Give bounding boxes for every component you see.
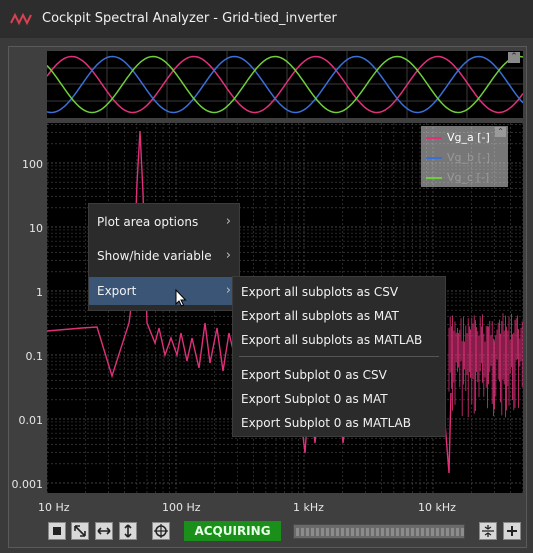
collapse-button[interactable]: [479, 522, 497, 540]
legend-item-vg-c[interactable]: Vg_c [-]: [426, 171, 489, 184]
window-title: Cockpit Spectral Analyzer - Grid-tied_in…: [42, 11, 337, 26]
chevron-right-icon: ›: [225, 214, 231, 229]
acquisition-progress-bar: [293, 524, 465, 539]
chevron-right-icon: ›: [225, 248, 231, 263]
export-submenu: Export all subplots as CSV Export all su…: [232, 276, 446, 437]
menu-item-export[interactable]: Export ›: [89, 277, 239, 305]
title-bar: Cockpit Spectral Analyzer - Grid-tied_in…: [0, 0, 533, 38]
menu-item-label: Show/hide variable: [97, 249, 212, 263]
x-tick-label: 10 Hz: [38, 501, 70, 514]
menu-item-plot-area-options[interactable]: Plot area options ›: [89, 208, 239, 236]
horizontal-expand-button[interactable]: [95, 522, 113, 540]
mouse-cursor-icon: [175, 289, 187, 307]
zoom-fit-icon: [74, 525, 86, 537]
legend-swatch: [426, 137, 442, 139]
menu-item-show-hide-variable[interactable]: Show/hide variable ›: [89, 242, 239, 270]
y-tick-label: 0.1: [25, 350, 44, 363]
x-tick-label: 1 kHz: [293, 501, 324, 514]
export-subplot0-csv[interactable]: Export Subplot 0 as CSV: [241, 368, 387, 382]
export-subplot0-mat[interactable]: Export Subplot 0 as MAT: [241, 392, 388, 406]
context-menu: Plot area options › Show/hide variable › E…: [88, 203, 240, 311]
menu-item-label: Export: [97, 284, 137, 298]
vertical-expand-button[interactable]: [119, 522, 137, 540]
legend-collapse-icon[interactable]: ⌃: [495, 127, 506, 137]
y-tick-label: 0.01: [18, 414, 44, 427]
y-tick-label: 1: [36, 286, 43, 299]
x-tick-label: 100 Hz: [162, 501, 201, 514]
y-tick-label: 10: [29, 222, 43, 235]
waveform-preview[interactable]: [47, 51, 523, 118]
legend-item-vg-a[interactable]: Vg_a [-]: [426, 131, 490, 144]
add-button[interactable]: [503, 522, 521, 540]
horizontal-expand-icon: [97, 527, 111, 535]
export-subplot0-matlab[interactable]: Export Subplot 0 as MATLAB: [241, 416, 411, 430]
legend-item-vg-b[interactable]: Vg_b [-]: [426, 151, 490, 164]
legend-label: Vg_a [-]: [447, 131, 490, 144]
legend-label: Vg_c [-]: [447, 171, 490, 184]
legend-swatch: [426, 177, 442, 179]
collapse-icon: [482, 525, 494, 537]
crosshair-button[interactable]: [152, 522, 170, 540]
export-all-matlab[interactable]: Export all subplots as MATLAB: [241, 333, 422, 347]
y-tick-label: 0.001: [11, 478, 44, 491]
y-tick-label: 100: [22, 158, 43, 171]
stop-button[interactable]: [48, 522, 66, 540]
app-logo-icon: [10, 12, 32, 26]
menu-item-label: Plot area options: [97, 215, 199, 229]
export-all-csv[interactable]: Export all subplots as CSV: [241, 285, 398, 299]
x-tick-label: 10 kHz: [418, 501, 456, 514]
vertical-expand-icon: [124, 524, 132, 538]
menu-separator: [239, 356, 439, 357]
add-icon: [507, 526, 517, 536]
waveform-collapse-icon[interactable]: ⌃: [508, 52, 520, 63]
progress-pattern: [296, 528, 464, 536]
stop-icon: [53, 527, 61, 535]
chevron-right-icon: ›: [225, 283, 231, 298]
crosshair-icon: [154, 524, 168, 538]
legend-swatch: [426, 157, 442, 159]
acquisition-status-badge: ACQUIRING: [184, 521, 281, 541]
legend-label: Vg_b [-]: [447, 151, 491, 164]
zoom-fit-button[interactable]: [71, 522, 89, 540]
export-all-mat[interactable]: Export all subplots as MAT: [241, 309, 399, 323]
